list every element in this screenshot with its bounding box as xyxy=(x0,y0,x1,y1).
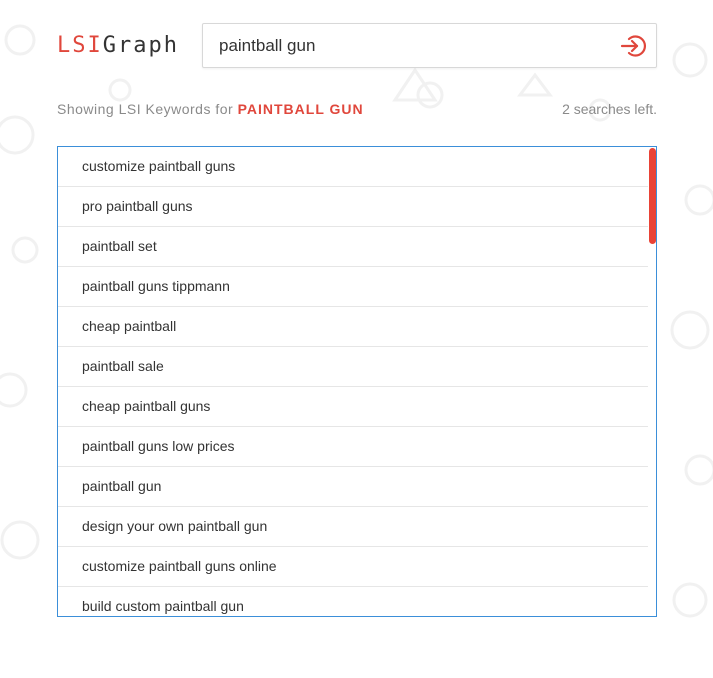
search-box xyxy=(202,23,657,68)
result-item[interactable]: build custom paintball gun xyxy=(58,587,648,616)
results-panel[interactable]: customize paintball guns pro paintball gu… xyxy=(57,146,657,617)
result-item[interactable]: customize paintball guns online xyxy=(58,547,648,587)
search-submit-button[interactable] xyxy=(620,34,647,58)
logo-lsi: LSI xyxy=(57,33,103,58)
result-item[interactable]: paintball guns low prices xyxy=(58,427,648,467)
result-item[interactable]: design your own paintball gun xyxy=(58,507,648,547)
result-item[interactable]: paintball set xyxy=(58,227,648,267)
scrollbar[interactable] xyxy=(648,147,656,616)
logo-graph: Graph xyxy=(102,33,179,58)
logo[interactable]: LSIGraph xyxy=(57,33,179,58)
scrollbar-thumb[interactable] xyxy=(649,148,656,244)
result-item[interactable]: cheap paintball xyxy=(58,307,648,347)
searched-keyword: PAINTBALL GUN xyxy=(237,101,364,117)
results-list: customize paintball guns pro paintball gu… xyxy=(58,147,648,616)
result-item[interactable]: customize paintball guns xyxy=(58,147,648,187)
sign-in-arrow-icon xyxy=(620,35,647,57)
search-input[interactable] xyxy=(219,24,609,67)
results-heading-prefix: Showing LSI Keywords for xyxy=(57,101,234,117)
result-item[interactable]: pro paintball guns xyxy=(58,187,648,227)
result-item[interactable]: paintball gun xyxy=(58,467,648,507)
result-item[interactable]: paintball guns tippmann xyxy=(58,267,648,307)
result-item[interactable]: paintball sale xyxy=(58,347,648,387)
result-item[interactable]: cheap paintball guns xyxy=(58,387,648,427)
searches-left-counter: 2 searches left. xyxy=(562,101,657,117)
